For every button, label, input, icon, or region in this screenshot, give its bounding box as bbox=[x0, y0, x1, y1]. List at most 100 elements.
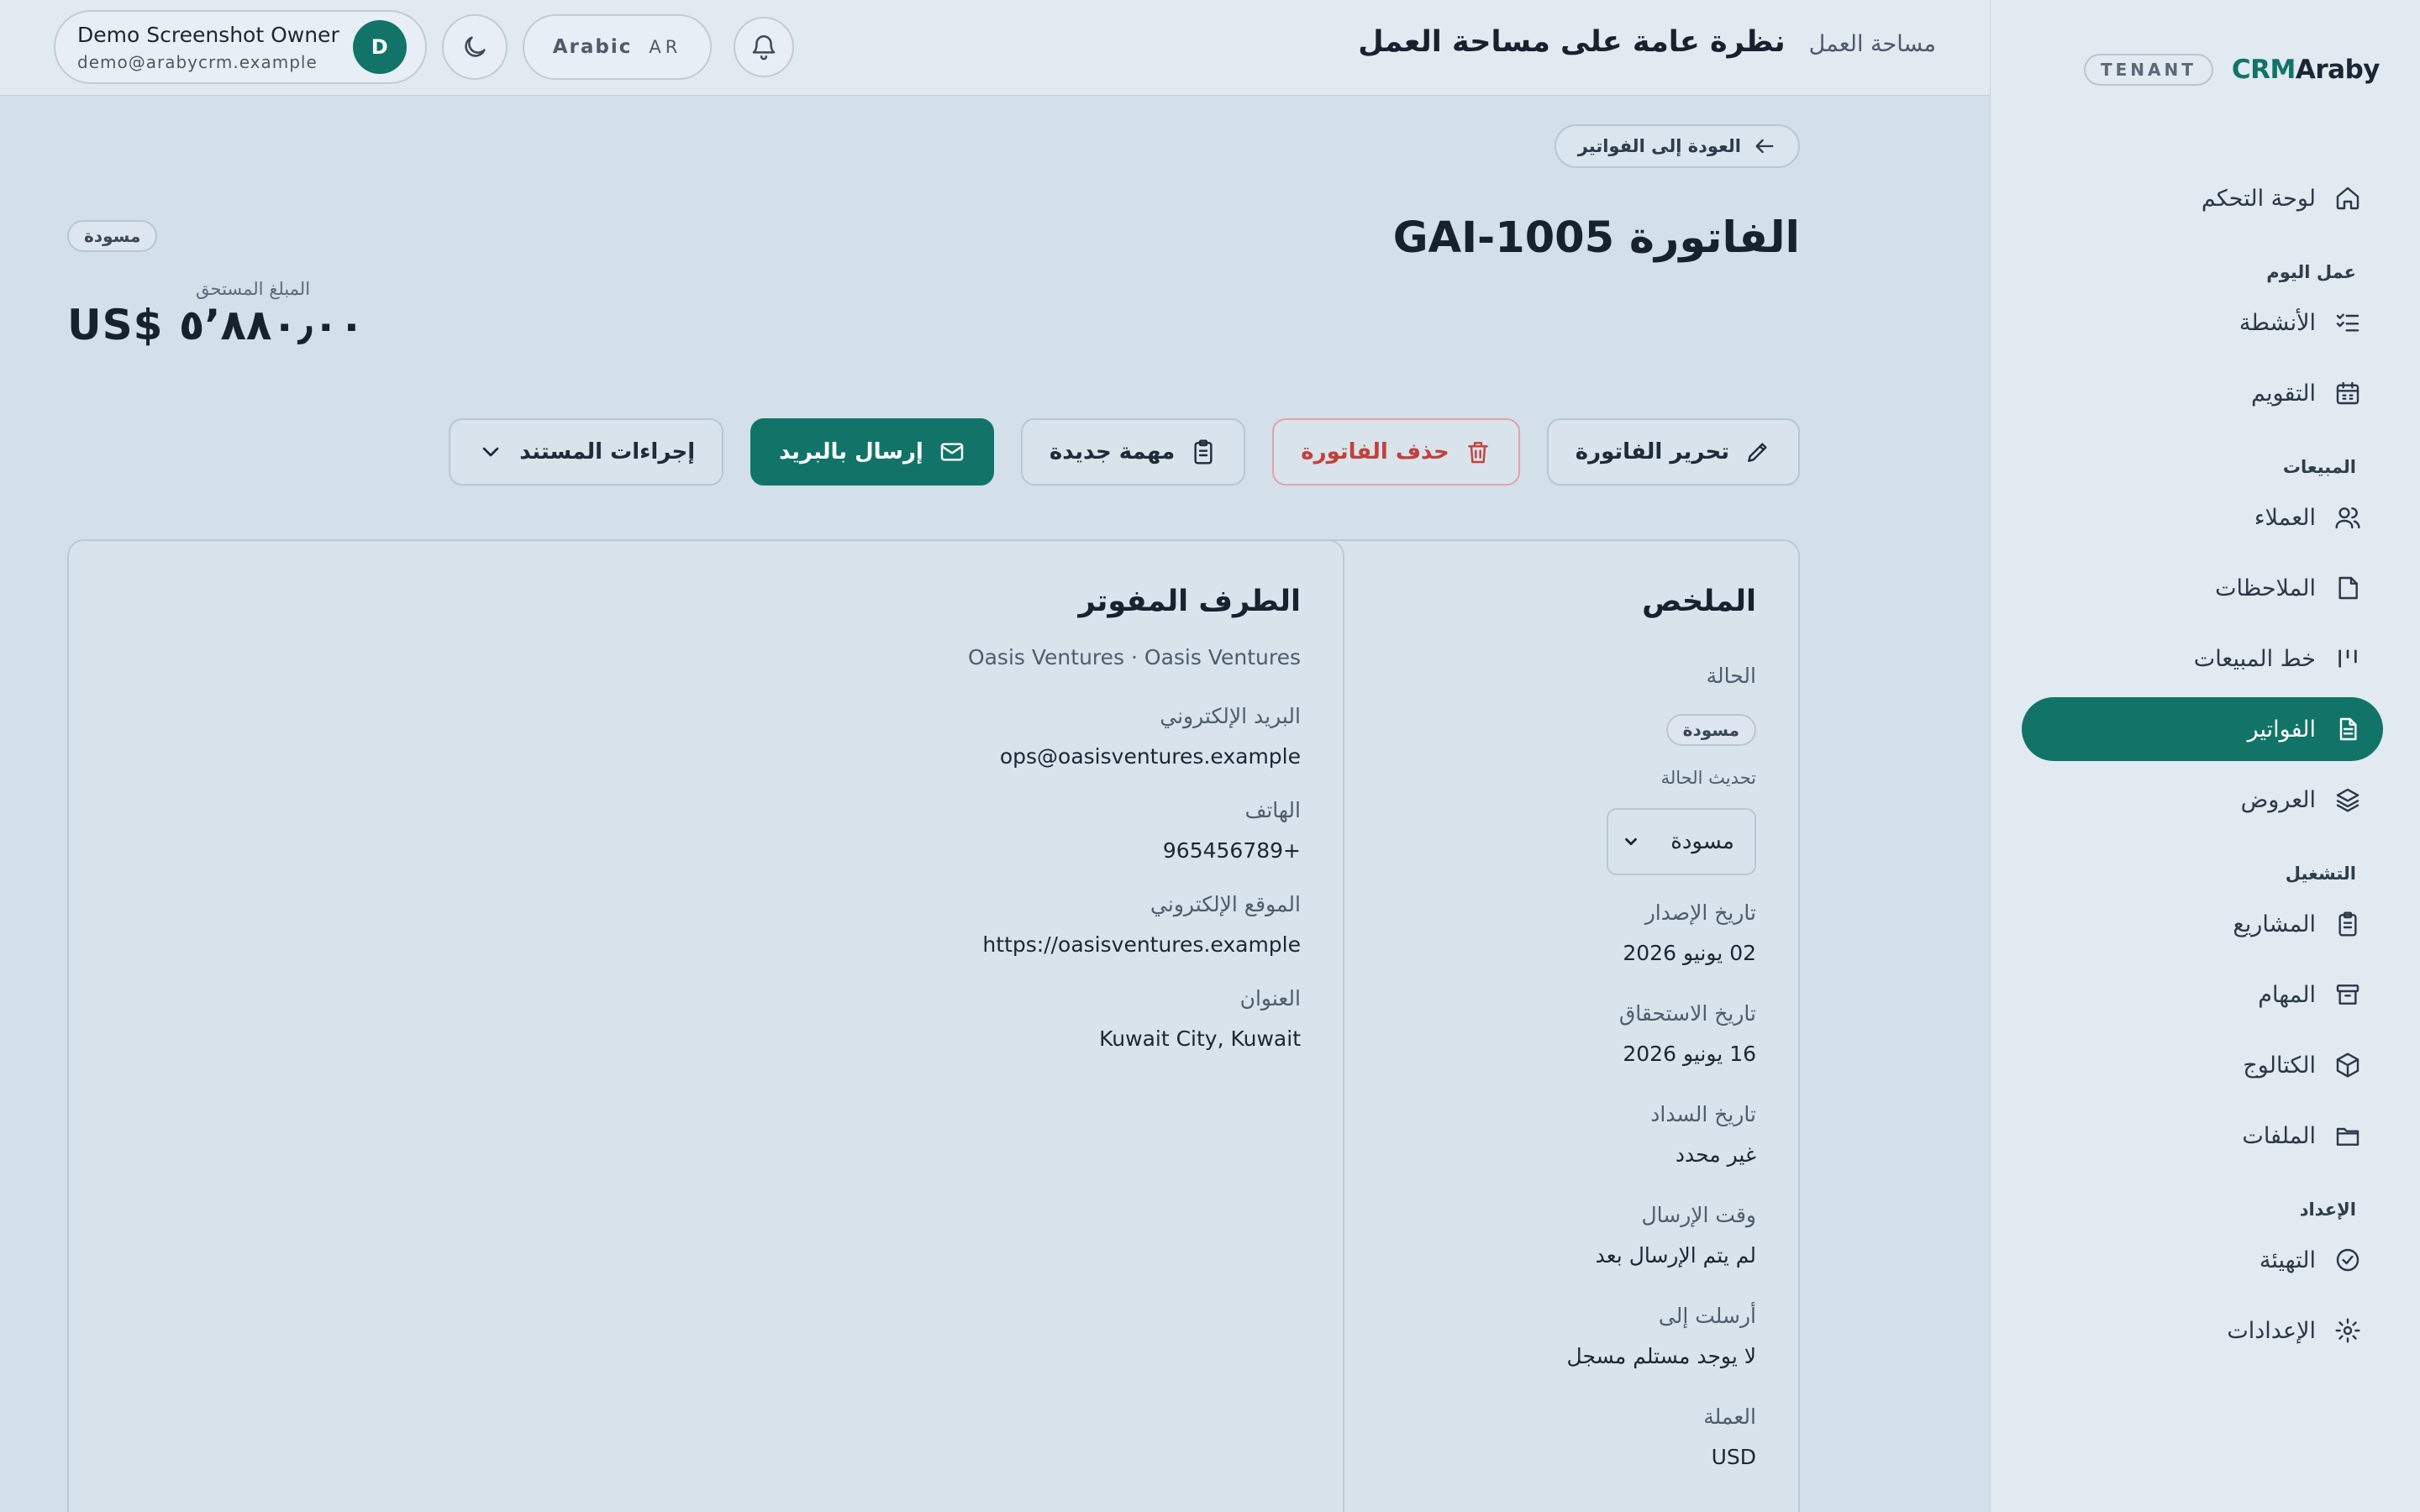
page-title: نظرة عامة على مساحة العمل bbox=[1358, 25, 1786, 59]
update-status-select[interactable]: مسودة bbox=[1607, 808, 1756, 875]
chevron-down-icon bbox=[1625, 837, 1637, 846]
new-task-button[interactable]: مهمة جديدة bbox=[1020, 418, 1246, 486]
layers-icon bbox=[2336, 788, 2360, 812]
user-info: Demo Screenshot Owner demo@arabycrm.exam… bbox=[77, 23, 339, 72]
language-switcher[interactable]: Arabic AR bbox=[522, 14, 713, 80]
sidebar-item-calendar[interactable]: التقويم bbox=[2022, 361, 2383, 425]
edit-invoice-button[interactable]: تحرير الفاتورة bbox=[1546, 418, 1800, 486]
sidebar-section-today: عمل اليوم bbox=[2266, 262, 2356, 282]
sidebar-item-label: العروض bbox=[2240, 786, 2316, 813]
check-circle-icon bbox=[2336, 1248, 2360, 1272]
sidebar-item-customers[interactable]: العملاء bbox=[2022, 486, 2383, 549]
theme-toggle-button[interactable] bbox=[441, 14, 508, 80]
invoice-actions: تحرير الفاتورة حذف الفاتورة مهمة جديدة إ… bbox=[449, 418, 1800, 486]
sidebar-item-activities[interactable]: الأنشطة bbox=[2022, 291, 2383, 354]
status-badge: مسودة bbox=[67, 220, 158, 252]
sidebar-item-label: لوحة التحكم bbox=[2201, 185, 2316, 212]
chevron-down-icon bbox=[482, 447, 499, 457]
send-email-label: إرسال بالبريد bbox=[779, 439, 923, 465]
topbar-controls: Demo Screenshot Owner demo@arabycrm.exam… bbox=[54, 10, 795, 84]
issue-date-value: 02 يونيو 2026 bbox=[1623, 941, 1756, 965]
send-email-button[interactable]: إرسال بالبريد bbox=[750, 418, 994, 486]
sent-to-value: لا يوجد مستلم مسجل bbox=[1566, 1344, 1756, 1368]
billed-party-title: الطرف المفوتر bbox=[1078, 585, 1302, 618]
sidebar-item-invoices[interactable]: الفواتير bbox=[2022, 697, 2383, 761]
sidebar: CRMAraby TENANT لوحة التحكم عمل اليوم ال… bbox=[1990, 0, 2420, 1512]
sent-time-label: وقت الإرسال bbox=[1641, 1203, 1756, 1227]
update-status-label: تحديث الحالة bbox=[1660, 768, 1756, 788]
language-code: AR bbox=[649, 37, 682, 57]
payment-date-label: تاريخ السداد bbox=[1650, 1102, 1756, 1126]
breadcrumb-workspace[interactable]: مساحة العمل bbox=[1809, 31, 1936, 57]
new-task-label: مهمة جديدة bbox=[1049, 439, 1176, 465]
sidebar-item-label: الإعدادات bbox=[2227, 1317, 2316, 1344]
arrow-left-icon bbox=[1755, 139, 1774, 154]
website-value[interactable]: https://oasisventures.example bbox=[982, 932, 1301, 957]
sidebar-nav: لوحة التحكم عمل اليوم الأنشطة التقويم ال… bbox=[2022, 166, 2383, 1369]
main-content: العودة إلى الفواتير الفاتورة GAI-1005 مس… bbox=[0, 96, 1990, 1512]
topbar: مساحة العمل نظرة عامة على مساحة العمل De… bbox=[0, 0, 1990, 96]
sidebar-item-label: التقويم bbox=[2251, 380, 2316, 407]
invoice-title: الفاتورة GAI-1005 bbox=[1392, 213, 1800, 263]
back-label: العودة إلى الفواتير bbox=[1577, 136, 1741, 156]
issue-date-label: تاريخ الإصدار bbox=[1644, 900, 1756, 925]
sidebar-item-projects[interactable]: المشاريع bbox=[2022, 892, 2383, 956]
currency-value: USD bbox=[1711, 1445, 1756, 1469]
sidebar-item-label: المشاريع bbox=[2233, 911, 2316, 937]
sidebar-item-offers[interactable]: العروض bbox=[2022, 768, 2383, 832]
sidebar-item-label: الفواتير bbox=[2247, 716, 2316, 743]
website-label: الموقع الإلكتروني bbox=[1150, 892, 1301, 916]
sidebar-item-catalog[interactable]: الكتالوج bbox=[2022, 1033, 2383, 1097]
billed-party-card: الطرف المفوتر Oasis Ventures · Oasis Ven… bbox=[67, 539, 1344, 1512]
brand-logo[interactable]: CRMAraby bbox=[2232, 55, 2381, 85]
email-value[interactable]: ops@oasisventures.example bbox=[1000, 744, 1301, 769]
email-label: البريد الإلكتروني bbox=[1160, 704, 1301, 728]
sidebar-item-settings[interactable]: الإعدادات bbox=[2022, 1299, 2383, 1362]
clipboard-icon bbox=[1194, 439, 1213, 465]
sidebar-section-setup: الإعداد bbox=[2299, 1200, 2356, 1220]
archive-icon bbox=[2336, 984, 2360, 1005]
document-actions-dropdown[interactable]: إجراءات المستند bbox=[449, 418, 724, 486]
sidebar-item-label: خط المبيعات bbox=[2193, 645, 2316, 672]
user-menu[interactable]: Demo Screenshot Owner demo@arabycrm.exam… bbox=[54, 10, 427, 84]
moon-icon bbox=[465, 36, 486, 57]
pencil-icon bbox=[1748, 443, 1767, 462]
sidebar-item-files[interactable]: الملفات bbox=[2022, 1104, 2383, 1168]
sidebar-item-pipeline[interactable]: خط المبيعات bbox=[2022, 627, 2383, 690]
delete-invoice-label: حذف الفاتورة bbox=[1301, 439, 1449, 465]
sidebar-item-label: الأنشطة bbox=[2238, 309, 2316, 336]
summary-title: الملخص bbox=[1642, 585, 1756, 618]
sidebar-item-onboarding[interactable]: التهيئة bbox=[2022, 1228, 2383, 1292]
sidebar-item-notes[interactable]: الملاحظات bbox=[2022, 556, 2383, 620]
user-email: demo@arabycrm.example bbox=[77, 51, 318, 72]
due-date-value: 16 يونيو 2026 bbox=[1623, 1042, 1756, 1066]
sidebar-item-label: التهيئة bbox=[2259, 1247, 2316, 1273]
breadcrumb: مساحة العمل نظرة عامة على مساحة العمل bbox=[1358, 25, 1936, 59]
sidebar-item-label: الكتالوج bbox=[2243, 1052, 2316, 1079]
status-badge: مسودة bbox=[1665, 714, 1756, 746]
amount-due: US$ ٥٬٨٨٠٫٠٠ bbox=[67, 301, 365, 349]
due-date-label: تاريخ الاستحقاق bbox=[1618, 1001, 1756, 1026]
bell-icon bbox=[753, 35, 776, 60]
amount-due-label: المبلغ المستحق bbox=[196, 279, 311, 299]
user-name: Demo Screenshot Owner bbox=[77, 22, 339, 47]
calendar-icon bbox=[2336, 381, 2360, 405]
edit-invoice-label: تحرير الفاتورة bbox=[1575, 439, 1729, 465]
gear-icon bbox=[2335, 1318, 2360, 1343]
sidebar-section-operations: التشغيل bbox=[2285, 864, 2356, 884]
sent-to-label: أرسلت إلى bbox=[1658, 1304, 1756, 1328]
trash-icon bbox=[1467, 442, 1488, 464]
package-icon bbox=[2336, 1053, 2360, 1078]
currency-label: العملة bbox=[1703, 1404, 1756, 1429]
sidebar-item-label: الملفات bbox=[2242, 1122, 2316, 1149]
notifications-button[interactable] bbox=[734, 17, 795, 77]
home-icon bbox=[2336, 186, 2360, 210]
sidebar-item-dashboard[interactable]: لوحة التحكم bbox=[2022, 166, 2383, 230]
sidebar-item-tasks[interactable]: المهام bbox=[2022, 963, 2383, 1026]
back-to-invoices-button[interactable]: العودة إلى الفواتير bbox=[1554, 124, 1800, 168]
folder-icon bbox=[2336, 1127, 2360, 1146]
delete-invoice-button[interactable]: حذف الفاتورة bbox=[1272, 418, 1520, 486]
sidebar-item-label: المهام bbox=[2258, 981, 2316, 1008]
phone-value[interactable]: +965456789 bbox=[1163, 838, 1301, 863]
mail-icon bbox=[940, 443, 964, 461]
